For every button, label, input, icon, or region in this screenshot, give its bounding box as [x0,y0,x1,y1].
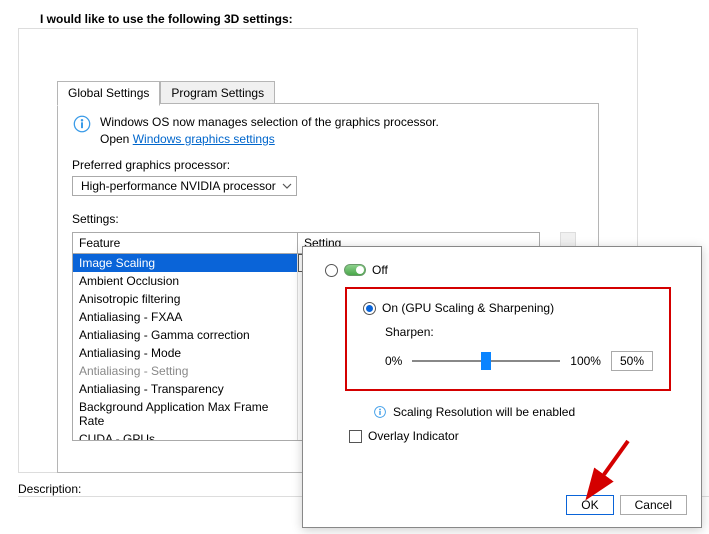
feature-cell: Image Scaling [73,254,298,272]
feature-cell: Antialiasing - FXAA [73,308,298,326]
info-line1: Windows OS now manages selection of the … [100,115,439,129]
ok-button[interactable]: OK [566,495,613,515]
feature-cell: CUDA - GPUs [73,430,298,440]
scaling-note-row: Scaling Resolution will be enabled [373,405,683,419]
chevron-down-icon [282,181,292,191]
settings-label: Settings: [72,212,584,226]
description-label: Description: [18,482,81,496]
slider-thumb[interactable] [481,352,491,370]
feature-cell: Antialiasing - Mode [73,344,298,362]
slider-min: 0% [385,354,402,368]
overlay-label: Overlay Indicator [368,429,459,443]
toggle-icon [344,264,366,276]
overlay-checkbox[interactable] [349,430,362,443]
page-title: I would like to use the following 3D set… [40,12,293,26]
header-feature[interactable]: Feature [73,233,298,254]
slider-max: 100% [570,354,601,368]
info-icon [373,405,387,419]
feature-cell: Antialiasing - Gamma correction [73,326,298,344]
radio-on[interactable] [363,302,376,315]
sharpen-label: Sharpen: [385,325,653,339]
feature-cell: Anisotropic filtering [73,290,298,308]
preferred-processor-dropdown[interactable]: High-performance NVIDIA processor [72,176,297,196]
option-off-row[interactable]: Off [325,263,683,277]
highlighted-area: On (GPU Scaling & Sharpening) Sharpen: 0… [345,287,671,391]
scaling-note: Scaling Resolution will be enabled [393,405,575,419]
radio-off[interactable] [325,264,338,277]
option-on-row[interactable]: On (GPU Scaling & Sharpening) [363,301,653,315]
feature-cell: Ambient Occlusion [73,272,298,290]
sharpen-slider[interactable] [412,360,560,362]
feature-cell: Background Application Max Frame Rate [73,398,298,430]
sharpen-slider-row: 0% 100% 50% [385,351,653,371]
on-label: On (GPU Scaling & Sharpening) [382,301,554,315]
overlay-indicator-row[interactable]: Overlay Indicator [349,429,683,443]
feature-cell: Antialiasing - Transparency [73,380,298,398]
off-label: Off [372,263,388,277]
info-message: Windows OS now manages selection of the … [72,114,584,148]
image-scaling-popup: Off On (GPU Scaling & Sharpening) Sharpe… [302,246,702,528]
sharpen-value[interactable]: 50% [611,351,653,371]
feature-cell: Antialiasing - Setting [73,362,298,380]
info-line2-prefix: Open [100,132,133,146]
tab-global-settings[interactable]: Global Settings [57,81,160,106]
cancel-button-popup[interactable]: Cancel [620,495,687,515]
preferred-processor-value: High-performance NVIDIA processor [81,179,276,193]
preferred-processor-label: Preferred graphics processor: [72,158,584,172]
info-icon [72,114,92,134]
windows-graphics-settings-link[interactable]: Windows graphics settings [133,132,275,146]
